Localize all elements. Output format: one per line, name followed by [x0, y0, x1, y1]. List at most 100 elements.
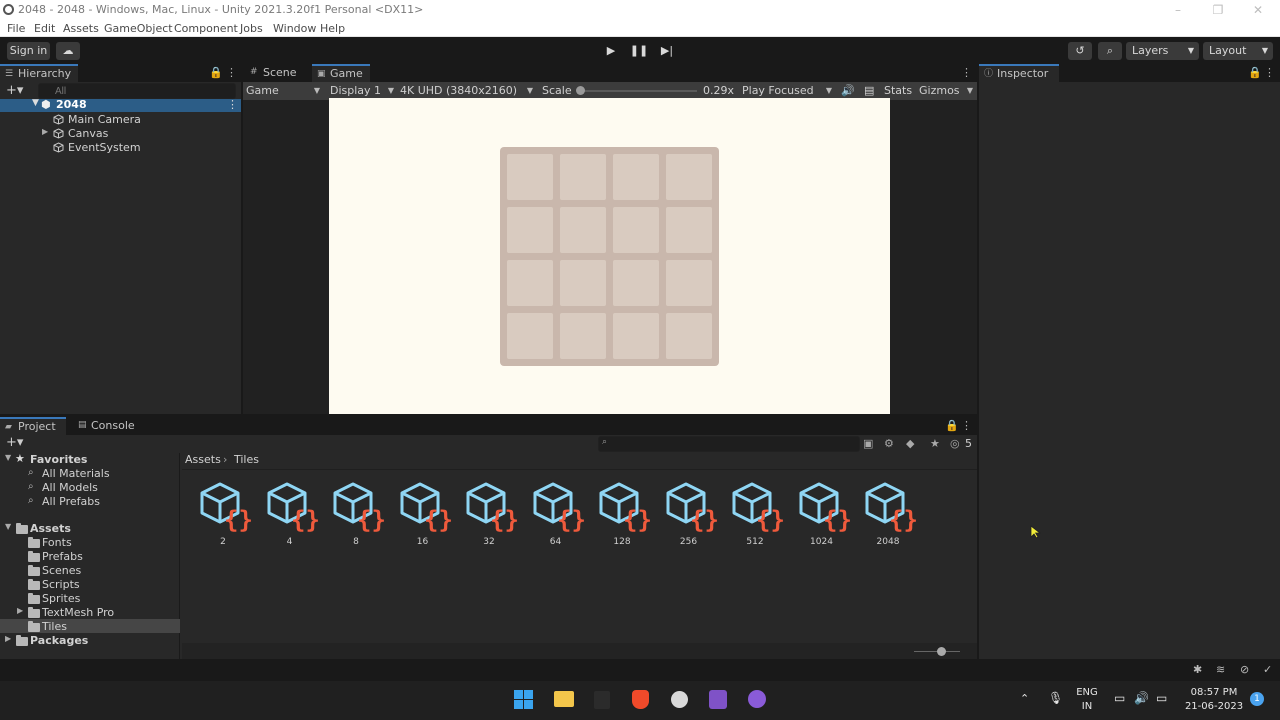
close-icon[interactable]: ✕	[1250, 2, 1266, 18]
filter-icon[interactable]: ⚙	[884, 437, 894, 450]
lock-icon[interactable]: 🔒	[945, 419, 959, 432]
scene-row[interactable]: ▼ ⬢ 2048 ⋮	[0, 98, 241, 112]
more-icon[interactable]: ⋮	[1264, 66, 1275, 79]
more-icon[interactable]: ⋮	[961, 419, 972, 432]
folder-tiles[interactable]: Tiles	[42, 620, 67, 633]
folder-prefabs[interactable]: Prefabs	[42, 550, 83, 563]
expand-arrow-icon[interactable]: ▶	[17, 606, 23, 615]
clock-date[interactable]: 21-06-2023	[1182, 701, 1246, 712]
language-top[interactable]: ENG	[1074, 687, 1100, 698]
add-icon[interactable]: +▾	[6, 435, 23, 450]
lock-icon[interactable]: 🔒	[209, 66, 223, 79]
folder-fonts[interactable]: Fonts	[42, 536, 72, 549]
assets-label[interactable]: Assets	[30, 522, 71, 535]
cloud-icon[interactable]: ☁	[56, 42, 80, 60]
tab-project[interactable]: ▰ Project	[0, 417, 66, 435]
step-icon[interactable]: ▶|	[654, 42, 680, 60]
hierarchy-item-main-camera[interactable]: Main Camera	[0, 113, 241, 127]
folder-scenes[interactable]: Scenes	[42, 564, 81, 577]
prefab-item[interactable]: {} 64	[526, 480, 586, 550]
game-mode-dropdown[interactable]: Game ▼	[246, 83, 320, 99]
history-icon[interactable]: ↺	[1068, 42, 1092, 60]
debug-icon[interactable]: ✱	[1193, 663, 1202, 676]
tab-game[interactable]: ▣ Game	[312, 64, 370, 82]
folder-sprites[interactable]: Sprites	[42, 592, 80, 605]
menu-window[interactable]: Window	[273, 22, 316, 35]
menu-help[interactable]: Help	[320, 22, 345, 35]
scale-slider-track[interactable]	[579, 90, 697, 92]
lock-icon[interactable]: 🔒	[1248, 66, 1262, 79]
menu-file[interactable]: File	[7, 22, 25, 35]
prefab-item[interactable]: {} 2	[193, 480, 253, 550]
check-icon[interactable]: ✓	[1263, 663, 1272, 676]
visual-studio-icon[interactable]	[709, 690, 727, 709]
pause-icon[interactable]: ❚❚	[626, 42, 652, 60]
display-icon[interactable]: ▭	[1114, 691, 1125, 705]
tab-console[interactable]: ▤ Console	[73, 417, 143, 435]
label-icon[interactable]: ◆	[906, 437, 914, 450]
battery-icon[interactable]: ▭	[1156, 691, 1167, 705]
search-icon[interactable]: ⌕	[1098, 42, 1122, 60]
folder-scripts[interactable]: Scripts	[42, 578, 80, 591]
microphone-icon[interactable]: 🎙	[1048, 691, 1063, 705]
packages-label[interactable]: Packages	[30, 634, 88, 647]
volume-icon[interactable]: 🔊	[1134, 691, 1149, 705]
display-dropdown[interactable]: Display 1 ▼	[330, 83, 394, 99]
audio-icon[interactable]: 🔊	[841, 84, 855, 97]
brave-browser-icon[interactable]	[632, 690, 649, 709]
prefab-item[interactable]: {} 128	[592, 480, 652, 550]
play-icon[interactable]: ▶	[598, 42, 624, 60]
favorite-all-materials[interactable]: All Materials	[42, 467, 110, 480]
file-explorer-icon[interactable]	[554, 691, 574, 707]
expand-arrow-icon[interactable]: ▶	[42, 127, 48, 136]
sign-in-button[interactable]: Sign in	[7, 42, 50, 60]
resolution-dropdown[interactable]: 4K UHD (3840x2160) ▼	[400, 83, 533, 99]
prefab-item[interactable]: {} 8	[326, 480, 386, 550]
star-icon[interactable]: ★	[930, 437, 940, 450]
more-icon[interactable]: ⋮	[961, 66, 972, 79]
keyboard-icon[interactable]: ▤	[864, 84, 874, 97]
prefab-item[interactable]: {} 2048	[858, 480, 918, 550]
prefab-item[interactable]: {} 32	[459, 480, 519, 550]
favorite-all-prefabs[interactable]: All Prefabs	[42, 495, 100, 508]
project-search-input[interactable]	[598, 436, 860, 452]
app-icon[interactable]	[594, 691, 610, 709]
expand-arrow-icon[interactable]: ▼	[5, 522, 11, 531]
notification-badge[interactable]: 1	[1250, 692, 1264, 706]
layers-status-icon[interactable]: ≋	[1216, 663, 1225, 676]
add-icon[interactable]: +▾	[6, 83, 23, 98]
menu-component[interactable]: Component	[174, 22, 238, 35]
breadcrumb-tiles[interactable]: Tiles	[234, 453, 259, 466]
folder-tiles-row[interactable]	[0, 619, 180, 633]
zoom-slider-handle[interactable]	[937, 647, 946, 656]
layers-dropdown[interactable]: Layers ▼	[1126, 42, 1199, 60]
gizmos-dropdown[interactable]: Gizmos ▼	[919, 83, 973, 99]
hidden-packages-icon[interactable]: ◎	[950, 437, 960, 450]
hierarchy-item-eventsystem[interactable]: EventSystem	[0, 141, 241, 155]
tab-scene[interactable]: # Scene	[245, 64, 305, 82]
stats-button[interactable]: Stats	[884, 84, 912, 97]
prefab-item[interactable]: {} 256	[659, 480, 719, 550]
cache-icon[interactable]: ⊘	[1240, 663, 1249, 676]
expand-arrow-icon[interactable]: ▶	[5, 634, 11, 643]
favorite-all-models[interactable]: All Models	[42, 481, 98, 494]
prefab-item[interactable]: {} 4	[260, 480, 320, 550]
more-icon[interactable]: ⋮	[226, 66, 237, 79]
expand-arrow-icon[interactable]: ▼	[32, 98, 39, 108]
chevron-up-icon[interactable]: ⌃	[1020, 692, 1029, 705]
play-focused-dropdown[interactable]: Play Focused ▼	[742, 83, 832, 99]
scale-slider-handle[interactable]	[576, 86, 585, 95]
minimize-icon[interactable]: –	[1170, 2, 1186, 18]
breadcrumb-assets[interactable]: Assets	[185, 453, 221, 466]
menu-edit[interactable]: Edit	[34, 22, 55, 35]
unity-hub-icon[interactable]	[671, 691, 688, 708]
search-by-type-icon[interactable]: ▣	[863, 437, 873, 450]
windows-start-icon[interactable]	[514, 690, 534, 710]
tab-inspector[interactable]: ⓘ Inspector	[979, 64, 1059, 82]
prefab-item[interactable]: {} 512	[725, 480, 785, 550]
more-icon[interactable]: ⋮	[227, 98, 238, 111]
expand-arrow-icon[interactable]: ▼	[5, 453, 11, 462]
clock-time[interactable]: 08:57 PM	[1182, 687, 1246, 698]
menu-gameobject[interactable]: GameObject	[104, 22, 173, 35]
menu-jobs[interactable]: Jobs	[240, 22, 263, 35]
